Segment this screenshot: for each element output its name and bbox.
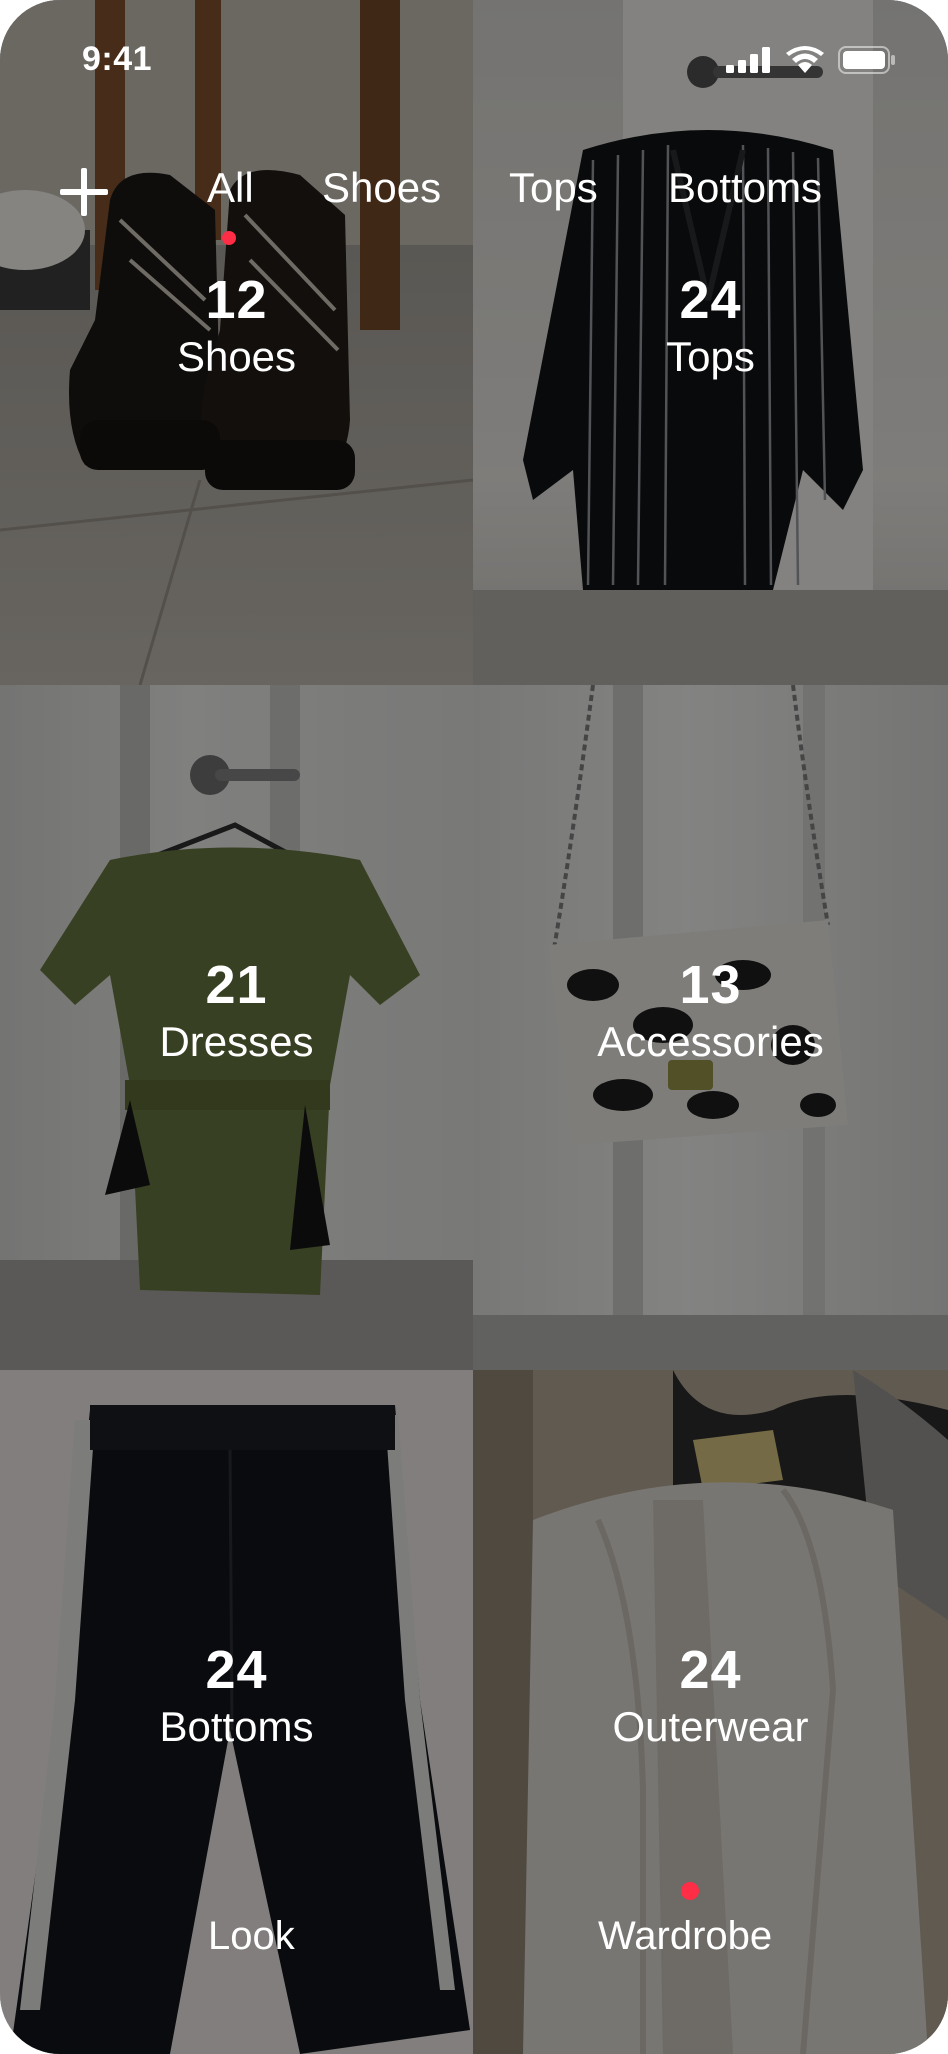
- category-count: 24: [679, 1640, 742, 1700]
- bottom-nav: Look Wardrobe: [0, 1882, 948, 2054]
- category-name: Tops: [666, 333, 755, 380]
- battery-icon: [838, 46, 895, 74]
- category-label-accessories: 13 Accessories: [473, 955, 948, 1069]
- category-name: Dresses: [159, 1018, 314, 1065]
- status-time: 9:41: [82, 40, 153, 78]
- tab-wardrobe[interactable]: Wardrobe: [598, 1914, 772, 1959]
- top-nav: All Shoes Tops Bottoms: [0, 160, 948, 245]
- category-label-dresses: 21 Dresses: [0, 955, 473, 1069]
- wifi-icon: [786, 46, 824, 73]
- category-tile-accessories[interactable]: 13 Accessories: [473, 685, 948, 1370]
- plus-icon[interactable]: [60, 168, 108, 216]
- category-count: 24: [679, 270, 742, 330]
- category-count: 12: [205, 270, 268, 330]
- category-label-shoes: 12 Shoes: [0, 270, 473, 384]
- category-name: Outerwear: [612, 1703, 809, 1750]
- status-icons: [726, 46, 896, 74]
- category-count: 24: [205, 1640, 268, 1700]
- category-name: Bottoms: [159, 1703, 314, 1750]
- category-label-bottoms: 24 Bottoms: [0, 1640, 473, 1754]
- category-grid: 12 Shoes 24 Tops 21 Dresses 13 Accessori…: [0, 0, 948, 2054]
- category-label-tops: 24 Tops: [473, 270, 948, 384]
- category-label-outerwear: 24 Outerwear: [473, 1640, 948, 1754]
- category-count: 21: [205, 955, 268, 1015]
- cellular-signal-icon: [726, 47, 770, 73]
- tab-shoes[interactable]: Shoes: [322, 164, 441, 212]
- tab-look[interactable]: Look: [208, 1914, 295, 1959]
- tab-tops[interactable]: Tops: [509, 164, 598, 212]
- category-tile-dresses[interactable]: 21 Dresses: [0, 685, 473, 1370]
- category-count: 13: [679, 955, 742, 1015]
- tab-all[interactable]: All: [207, 164, 254, 212]
- category-name: Accessories: [597, 1018, 824, 1065]
- selected-indicator-dot: [681, 1882, 699, 1900]
- status-bar: 9:41: [0, 0, 948, 120]
- category-name: Shoes: [176, 333, 297, 380]
- tab-bottoms[interactable]: Bottoms: [668, 164, 822, 212]
- phone-screen: 12 Shoes 24 Tops 21 Dresses 13 Accessori…: [0, 0, 948, 2054]
- selected-indicator-dot: [222, 231, 236, 245]
